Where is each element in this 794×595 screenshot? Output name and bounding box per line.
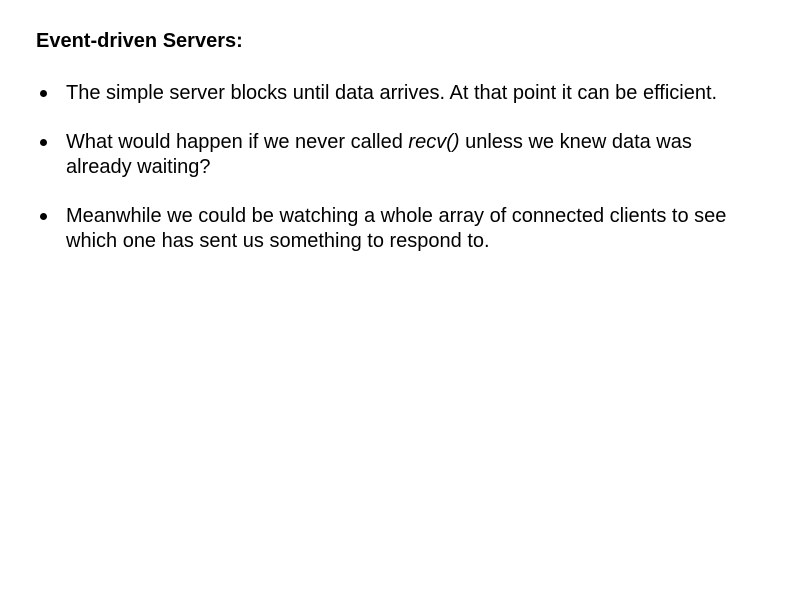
list-item: What would happen if we never called rec… xyxy=(36,130,758,180)
bullet-icon xyxy=(40,90,47,97)
code-call: recv() xyxy=(408,131,459,153)
list-item: The simple server blocks until data arri… xyxy=(36,81,758,106)
text-segment: What would happen if we never called xyxy=(66,131,408,153)
list-item-text: Meanwhile we could be watching a whole a… xyxy=(66,205,726,252)
bullet-icon xyxy=(40,213,47,220)
bullet-icon xyxy=(40,139,47,146)
bullet-list: The simple server blocks until data arri… xyxy=(36,81,758,254)
list-item-text: What would happen if we never called rec… xyxy=(66,131,692,178)
slide-page: Event-driven Servers: The simple server … xyxy=(0,0,794,595)
list-item: Meanwhile we could be watching a whole a… xyxy=(36,204,758,254)
slide-title: Event-driven Servers: xyxy=(36,30,758,53)
list-item-text: The simple server blocks until data arri… xyxy=(66,82,717,104)
